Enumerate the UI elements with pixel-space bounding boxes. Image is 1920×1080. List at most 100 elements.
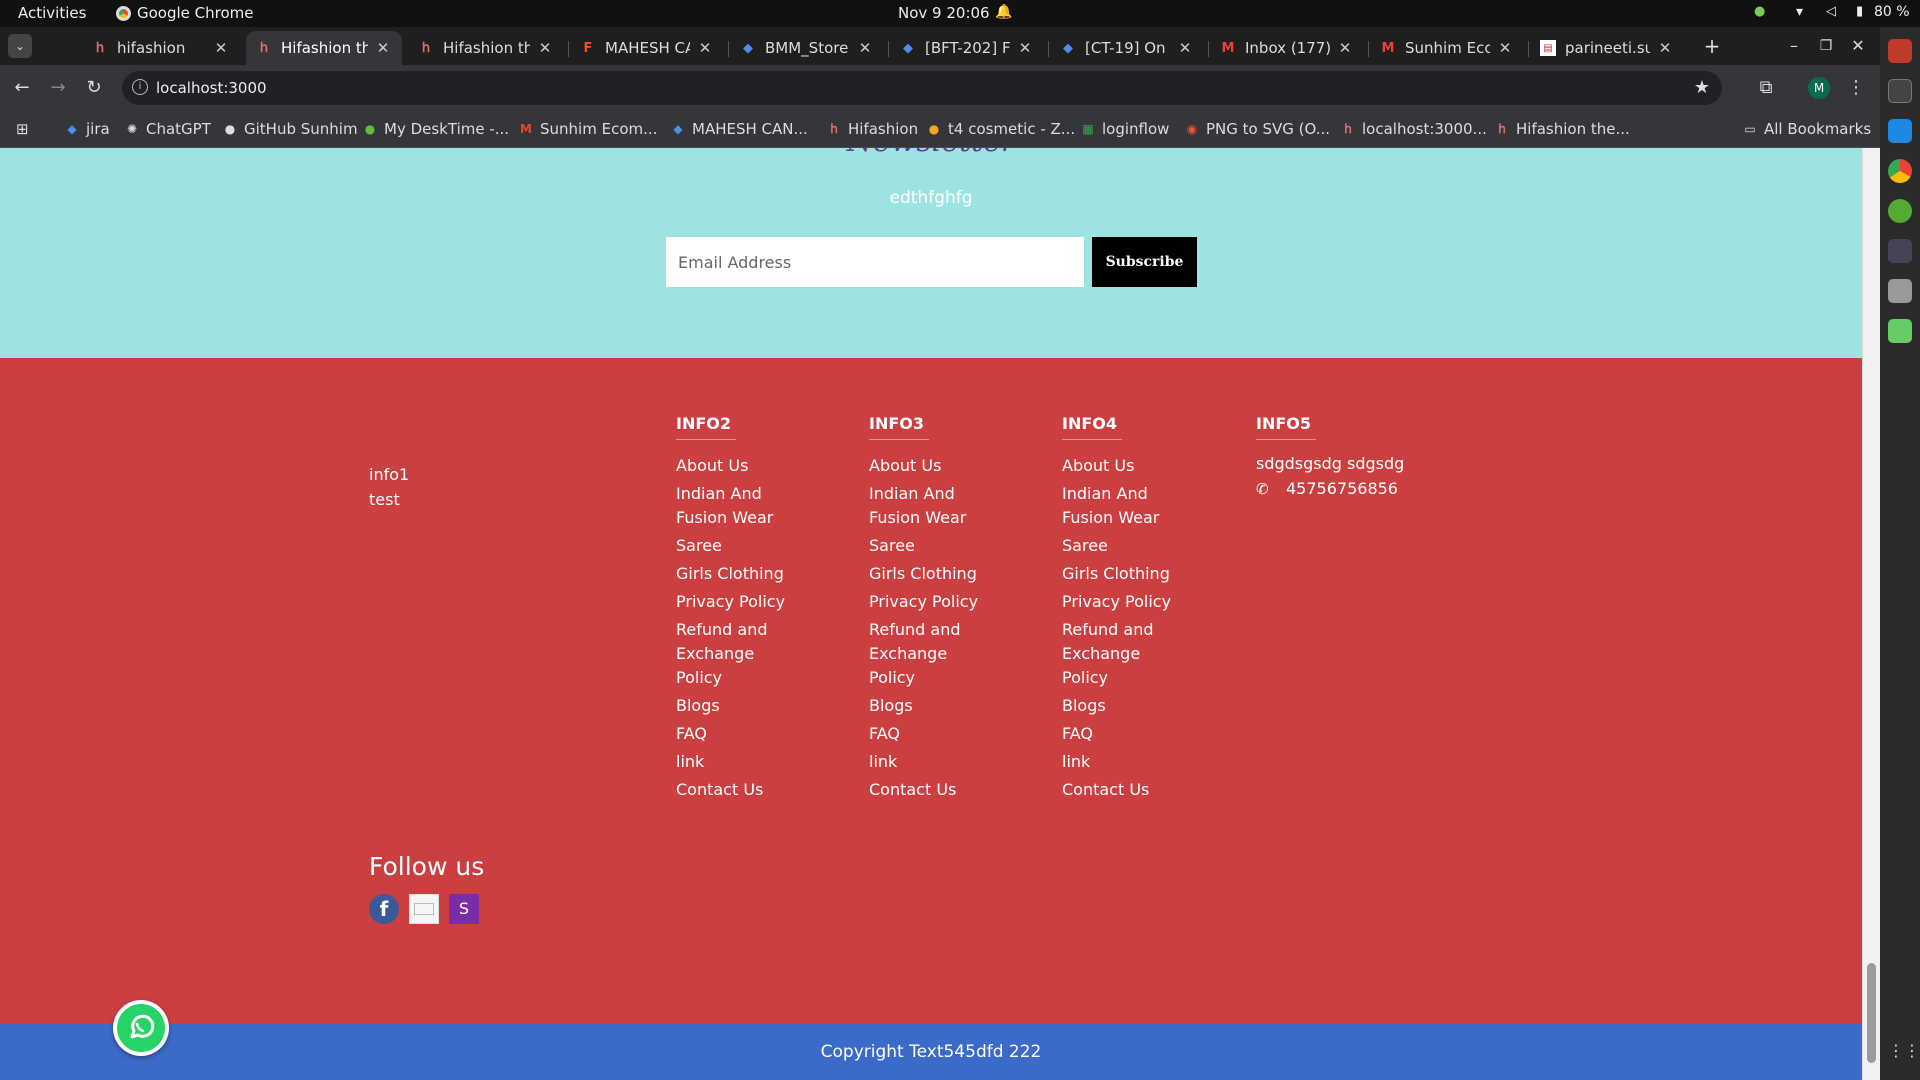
footer-link[interactable]: About Us: [676, 454, 786, 478]
files-app-icon[interactable]: [1888, 39, 1912, 63]
app-menu[interactable]: Google Chrome: [116, 4, 254, 22]
tab-4[interactable]: F MAHESH CAN ✕: [570, 31, 724, 65]
footer-link[interactable]: Contact Us: [869, 778, 979, 802]
trash-icon[interactable]: [1888, 319, 1912, 343]
bookmark-hifashion-the[interactable]: 𝗁 Hifashion the...: [1494, 120, 1630, 138]
footer-link[interactable]: link: [676, 750, 786, 774]
window-close-icon[interactable]: ✕: [1846, 34, 1870, 58]
footer-link[interactable]: Blogs: [676, 694, 786, 718]
page-scrollbar[interactable]: [1862, 148, 1880, 1080]
bookmark-jira[interactable]: ◆ jira: [64, 120, 109, 138]
close-icon[interactable]: ✕: [1336, 39, 1354, 57]
bookmark-hifashion[interactable]: 𝗁 Hifashion: [826, 120, 918, 138]
bookmark-chatgpt[interactable]: ✺ ChatGPT: [124, 120, 211, 138]
new-tab-button[interactable]: +: [1700, 34, 1724, 58]
address-bar[interactable]: i localhost:3000 ★: [122, 71, 1722, 105]
tab-3[interactable]: 𝗁 Hifashion the ✕: [408, 31, 564, 65]
menu-kebab-icon[interactable]: ⋮: [1844, 76, 1868, 100]
forward-icon[interactable]: →: [46, 76, 70, 100]
activities-button[interactable]: Activities: [18, 4, 86, 22]
bookmark-github[interactable]: ● GitHub Sunhim: [222, 120, 358, 138]
wifi-icon[interactable]: ▾: [1796, 4, 1803, 20]
footer-link[interactable]: Refund and Exchange Policy: [1062, 618, 1172, 690]
site-info-icon[interactable]: i: [132, 79, 148, 95]
footer-link[interactable]: Contact Us: [676, 778, 786, 802]
s-social-icon[interactable]: S: [449, 894, 479, 924]
footer-link[interactable]: Saree: [676, 534, 786, 558]
chrome-app-icon[interactable]: [1888, 159, 1912, 183]
battery-icon[interactable]: ▮: [1856, 4, 1863, 19]
close-icon[interactable]: ✕: [1656, 39, 1674, 57]
back-icon[interactable]: ←: [10, 76, 34, 100]
newsletter-email-input[interactable]: [666, 237, 1084, 287]
vscode-app-icon[interactable]: [1888, 119, 1912, 143]
footer-link[interactable]: Refund and Exchange Policy: [676, 618, 786, 690]
close-icon[interactable]: ✕: [1016, 39, 1034, 57]
close-icon[interactable]: ✕: [212, 39, 230, 57]
extensions-icon[interactable]: ⧉: [1754, 76, 1778, 100]
footer-link[interactable]: FAQ: [1062, 722, 1172, 746]
footer-link[interactable]: Girls Clothing: [1062, 562, 1172, 586]
apps-grid-icon[interactable]: ⊞: [16, 120, 29, 138]
footer-link[interactable]: About Us: [1062, 454, 1172, 478]
close-icon[interactable]: ✕: [1176, 39, 1194, 57]
footer-link[interactable]: Indian And Fusion Wear: [1062, 482, 1172, 530]
footer-link[interactable]: FAQ: [676, 722, 786, 746]
footer-link[interactable]: Indian And Fusion Wear: [869, 482, 979, 530]
close-icon[interactable]: ✕: [536, 39, 554, 57]
reload-icon[interactable]: ↻: [82, 76, 106, 100]
bookmark-t4[interactable]: ● t4 cosmetic - Z...: [926, 120, 1075, 138]
system-monitor-icon[interactable]: [1888, 239, 1912, 263]
footer-link[interactable]: Privacy Policy: [869, 590, 979, 614]
terminal-app-icon[interactable]: [1888, 79, 1912, 103]
footer-link[interactable]: Indian And Fusion Wear: [676, 482, 786, 530]
close-icon[interactable]: ✕: [856, 39, 874, 57]
footer-link[interactable]: About Us: [869, 454, 979, 478]
footer-link[interactable]: link: [869, 750, 979, 774]
bookmark-mahesh[interactable]: ◆ MAHESH CAN...: [670, 120, 807, 138]
broken-image-icon[interactable]: [409, 894, 439, 924]
tab-6[interactable]: ◆ [BFT-202] Fo ✕: [890, 31, 1044, 65]
tab-8[interactable]: M Inbox (177) - ✕: [1210, 31, 1364, 65]
footer-link[interactable]: Contact Us: [1062, 778, 1172, 802]
subscribe-button[interactable]: Subscribe: [1092, 237, 1197, 287]
bookmark-png-to-svg[interactable]: ◉ PNG to SVG (O...: [1184, 120, 1330, 138]
all-bookmarks[interactable]: ▭ All Bookmarks: [1742, 120, 1871, 138]
footer-link[interactable]: Saree: [869, 534, 979, 558]
volume-icon[interactable]: ◁: [1826, 4, 1836, 19]
bookmark-desktime[interactable]: ● My DeskTime -...: [362, 120, 509, 138]
footer-link[interactable]: Blogs: [1062, 694, 1172, 718]
footer-link[interactable]: Privacy Policy: [676, 590, 786, 614]
clock[interactable]: Nov 9 20:06: [898, 4, 990, 22]
tab-7[interactable]: ◆ [CT-19] On Pl ✕: [1050, 31, 1204, 65]
whatsapp-button[interactable]: [113, 1000, 169, 1056]
close-icon[interactable]: ✕: [374, 39, 392, 57]
tab-1[interactable]: 𝗁 hifashion ✕: [82, 31, 240, 65]
footer-link[interactable]: Refund and Exchange Policy: [869, 618, 979, 690]
bookmark-loginflow[interactable]: ▦ loginflow: [1080, 120, 1169, 138]
footer-link[interactable]: Blogs: [869, 694, 979, 718]
footer-link[interactable]: Girls Clothing: [676, 562, 786, 586]
tab-10[interactable]: ▤ parineeti.sun ✕: [1530, 31, 1684, 65]
footer-link[interactable]: Saree: [1062, 534, 1172, 558]
maximize-icon[interactable]: ❐: [1814, 34, 1838, 58]
bookmark-star-icon[interactable]: ★: [1694, 77, 1710, 98]
status-app-icon[interactable]: ●: [1754, 4, 1765, 19]
bookmark-localhost[interactable]: 𝗁 localhost:3000...: [1340, 120, 1487, 138]
facebook-icon[interactable]: f: [369, 894, 399, 924]
tab-5[interactable]: ◆ BMM_Store ✕: [730, 31, 884, 65]
close-icon[interactable]: ✕: [1496, 39, 1514, 57]
footer-link[interactable]: Privacy Policy: [1062, 590, 1172, 614]
desktime-app-icon[interactable]: [1888, 199, 1912, 223]
minimize-icon[interactable]: –: [1782, 34, 1806, 58]
footer-link[interactable]: FAQ: [869, 722, 979, 746]
footer-phone[interactable]: ✆ 45756756856: [1256, 479, 1496, 498]
profile-avatar[interactable]: M: [1808, 77, 1830, 99]
show-apps-icon[interactable]: ⋮⋮: [1888, 1041, 1920, 1065]
tab-search-icon[interactable]: ⌄: [8, 34, 32, 58]
close-icon[interactable]: ✕: [696, 39, 714, 57]
scrollbar-thumb[interactable]: [1867, 963, 1876, 1063]
bookmark-sunhim[interactable]: M Sunhim Ecom...: [518, 120, 657, 138]
tab-9[interactable]: M Sunhim Ecom ✕: [1370, 31, 1524, 65]
tab-2-active[interactable]: 𝗁 Hifashion the ✕: [246, 31, 402, 65]
